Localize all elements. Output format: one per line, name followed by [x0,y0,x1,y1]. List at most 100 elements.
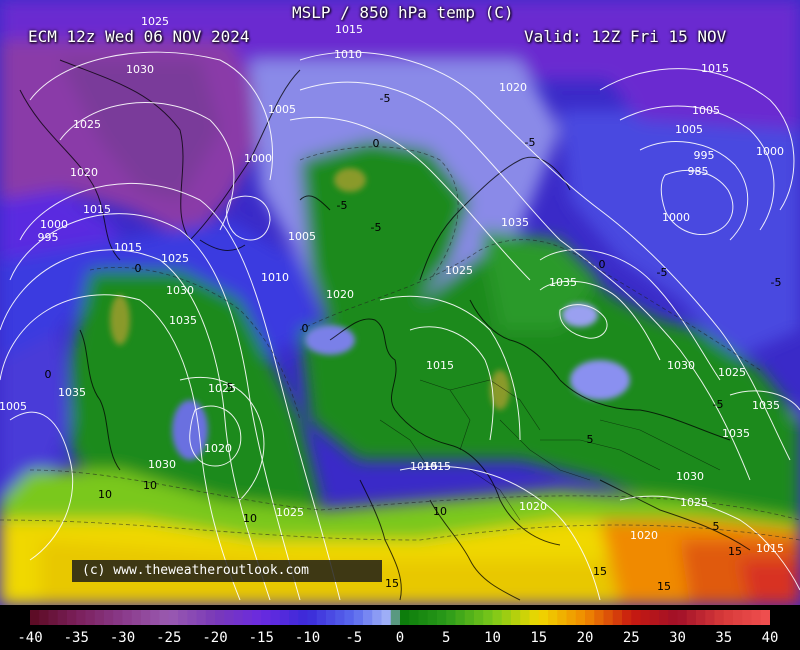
colorbar-segment [85,610,96,625]
colorbar-segment [474,610,484,625]
colorbar-segment [723,610,734,625]
isobar-label: 1025 [276,506,304,519]
isobar-label: 1030 [676,470,704,483]
isobar-label: 1030 [126,63,154,76]
isobar-label: 995 [694,149,715,162]
colorbar-segment [483,610,494,625]
colorbar-segment [631,610,642,625]
colorbar-segment [455,610,466,625]
colorbar-segment [742,610,753,625]
temperature-contour-label: 5 [587,433,594,446]
colorbar-segment [677,610,688,625]
temperature-contour-label: 0 [45,368,52,381]
colorbar-segment [548,610,558,625]
colorbar-segment [205,610,216,625]
colorbar-segment [501,610,512,625]
colorbar-segment [252,610,262,625]
colorbar-segment [196,610,207,625]
colorbar-segment [751,610,762,625]
valid-time-label: Valid: 12Z Fri 15 NOV [524,27,727,46]
colorbar-segment [464,610,475,625]
colorbar-segment [67,610,77,625]
colorbar-segment [261,610,272,625]
colorbar-segment [733,610,743,625]
colorbar-segment [686,610,697,625]
colorbar-tick-label: -5 [345,630,363,646]
colorbar-tick-label: -40 [17,630,43,646]
colorbar-segment [335,610,346,625]
isobar-label: 1035 [752,399,780,412]
weather-map: 1025103010251020101510009951015101010051… [0,0,800,650]
isobar-label: 1015 [756,542,784,555]
isobar-label: 1025 [718,366,746,379]
isobar-label: 1025 [161,252,189,265]
colorbar-segment [168,610,179,625]
colorbar-segment [316,610,327,625]
colorbar-segment [714,610,725,625]
temperature-contour-label: 0 [373,137,380,150]
colorbar-segment [363,610,373,625]
colorbar-segment [270,610,281,625]
colorbar-segment [344,610,355,625]
colorbar-segment [48,610,59,625]
colorbar-segment [511,610,521,625]
colorbar-segment [557,610,568,625]
colorbar-segment [159,610,170,625]
model-run-label: ECM 12z Wed 06 NOV 2024 [28,27,250,46]
isobar-label: 1015 [83,203,111,216]
isobar-label: 1025 [73,118,101,131]
isobar-label: 1000 [756,145,784,158]
temperature-contour-label: -5 [525,136,536,149]
isobar-label: 1005 [0,400,27,413]
isobar-label: 1030 [667,359,695,372]
colorbar-segment [76,610,87,625]
isobar-label: 1020 [204,442,232,455]
temperature-contour-label: -5 [380,92,391,105]
colorbar-segment [307,610,318,625]
isobar-label: 1030 [148,458,176,471]
temperature-contour-label: -5 [713,398,724,411]
colorbar-segment [104,610,114,625]
isobar-label: 1030 [166,284,194,297]
isobar-label: 1015 [335,23,363,36]
colorbar-segment [113,610,124,625]
isobar-label: 1035 [722,427,750,440]
isobar-label: 1020 [499,81,527,94]
isobar-label: 1010 [261,271,289,284]
colorbar-segment [575,610,586,625]
colorbar-segment [326,610,336,625]
colorbar-segment [585,610,595,625]
colorbar-segment [215,610,225,625]
isobar-label: 1035 [501,216,529,229]
colorbar-segment [242,610,253,625]
colorbar-tick-label: -35 [63,630,89,646]
colorbar-segment [372,610,383,625]
colorbar-segment [390,610,401,625]
colorbar-segment [298,610,309,625]
colorbar-segment [594,610,605,625]
colorbar-segment [538,610,549,625]
colorbar-tick-label: -10 [294,630,321,646]
colorbar-segment [520,610,531,625]
colorbar-tick-label: 20 [576,630,594,646]
colorbar-tick-label: 5 [442,630,451,646]
temperature-contour-label: 15 [593,565,607,578]
colorbar-segment [289,610,299,625]
temperature-contour-label: 10 [433,505,447,518]
colorbar-segment [492,610,503,625]
colorbar-segment [696,610,706,625]
colorbar-segment [640,610,651,625]
isobar-label: 1015 [426,359,454,372]
colorbar-segment [353,610,364,625]
colorbar-segment [94,610,105,625]
temperature-contour-label: 5 [713,520,720,533]
isobar-label: 1035 [58,386,86,399]
colorbar-segment [224,610,235,625]
temperature-contour-label: 0 [302,322,309,335]
temperature-contour-label: -5 [337,199,348,212]
colorbar-tick-label: 0 [395,630,405,646]
colorbar-segment [668,610,679,625]
temperature-contour-label: 15 [657,580,671,593]
colorbar-tick-label: 15 [530,630,548,646]
colorbar-tick-label: -25 [156,630,182,646]
